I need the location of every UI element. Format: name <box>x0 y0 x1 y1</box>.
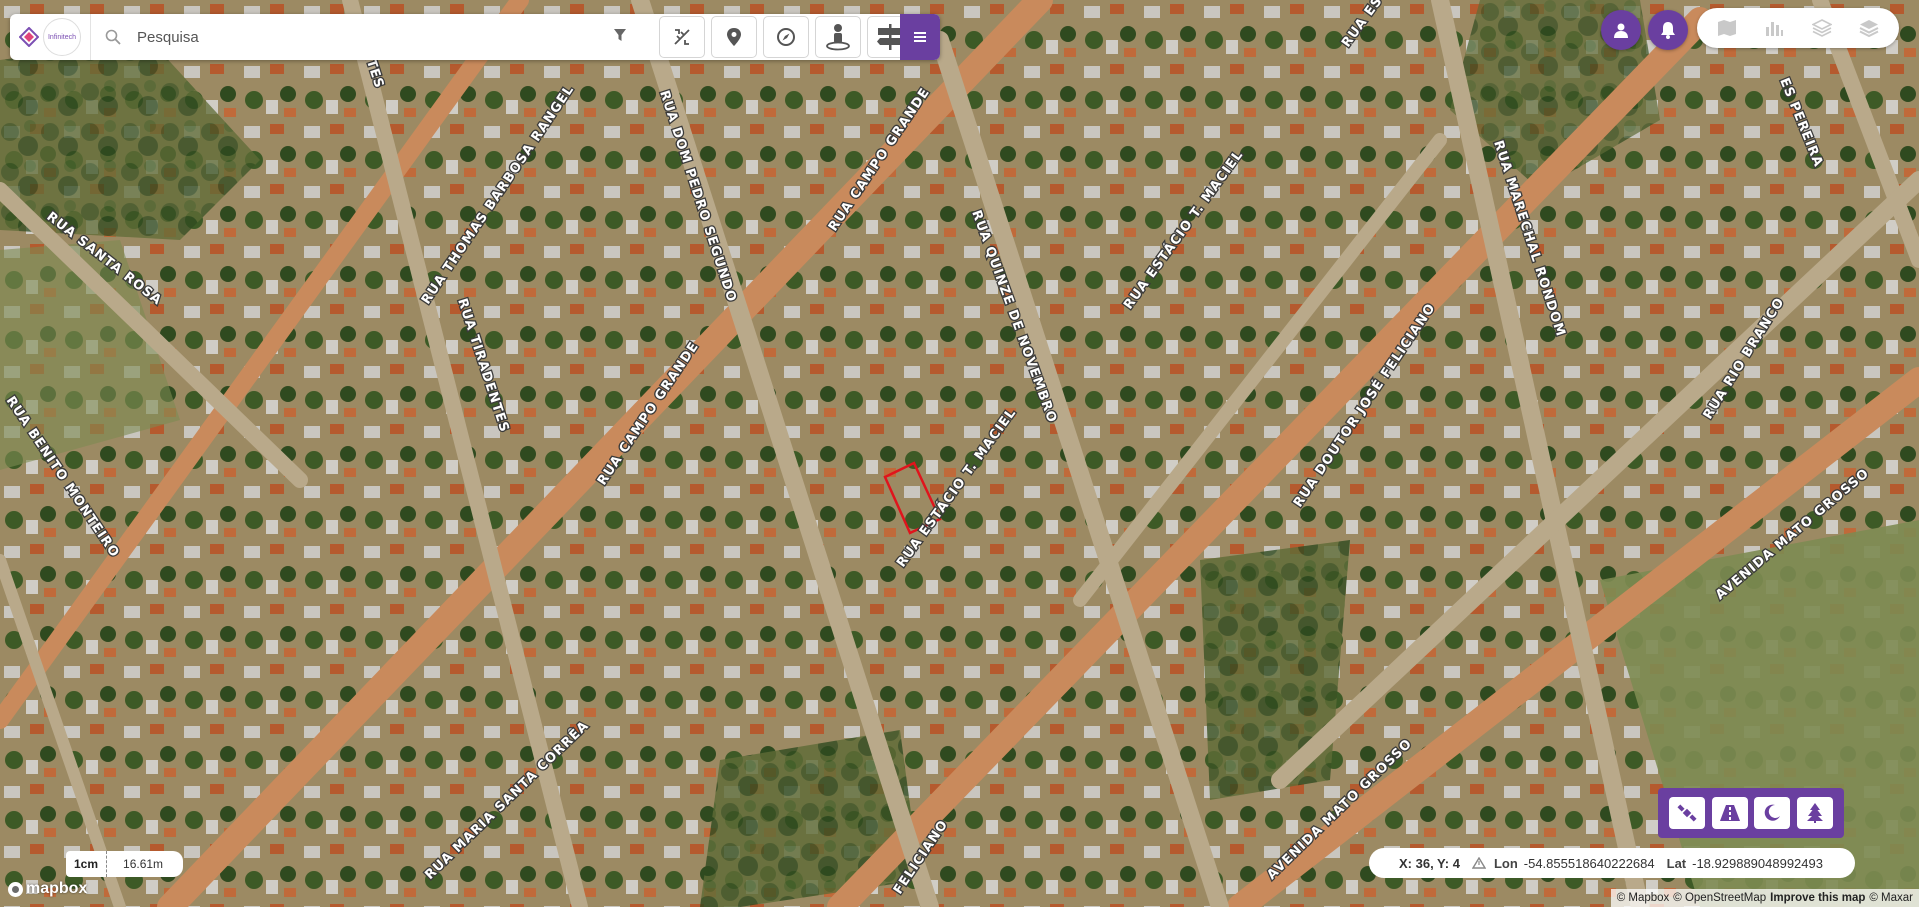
app-logo[interactable]: Infinitech <box>10 14 91 60</box>
terrain-icon <box>1471 857 1486 869</box>
street-view-button[interactable] <box>815 16 861 58</box>
map-attribution: © Mapbox © OpenStreetMap Improve this ma… <box>1610 889 1919 907</box>
layers-filled-icon <box>1859 20 1879 38</box>
tree-icon <box>1806 803 1823 823</box>
basemap-tools <box>1658 788 1844 838</box>
user-button[interactable] <box>1601 10 1641 50</box>
road-button[interactable] <box>1711 797 1748 829</box>
lat-value: -18.929889048992493 <box>1692 855 1823 871</box>
brand-text: Infinitech <box>47 33 77 41</box>
chart-view-button[interactable] <box>1756 12 1792 44</box>
lat-label: Lat <box>1666 855 1687 871</box>
layer-switcher <box>1697 8 1899 48</box>
attribution-osm-link[interactable]: © OpenStreetMap <box>1673 892 1766 904</box>
measure-icon <box>674 29 690 45</box>
pin-icon <box>727 28 741 46</box>
pin-button[interactable] <box>711 16 757 58</box>
xy-readout: X: 36, Y: 4 <box>1399 855 1460 871</box>
mapbox-logo[interactable]: mapbox <box>8 880 87 898</box>
filter-icon[interactable] <box>613 28 627 42</box>
moon-icon <box>1764 804 1781 821</box>
vegetation-button[interactable] <box>1796 797 1833 829</box>
satellite-map[interactable]: RUA SANTA ROSA RUA BENITO MONTEIRO RUA T… <box>0 0 1919 907</box>
street-view-icon <box>826 24 850 51</box>
map-view-button[interactable] <box>1709 12 1745 44</box>
measure-button[interactable] <box>659 16 705 58</box>
search-input[interactable] <box>135 16 609 58</box>
satellite-icon <box>1677 804 1697 822</box>
map-tools <box>659 16 913 58</box>
search-toolbar: Infinitech <box>10 14 940 60</box>
notifications-button[interactable] <box>1648 10 1688 50</box>
map-icon <box>1717 20 1736 36</box>
chart-icon <box>1766 22 1784 36</box>
road-icon <box>1719 805 1740 821</box>
satellite-button[interactable] <box>1669 797 1706 829</box>
lon-value: -54.855518640222684 <box>1523 855 1655 871</box>
compass-button[interactable] <box>763 16 809 58</box>
layers-outline-icon <box>1811 19 1832 37</box>
scale-bar: 1cm 16.61m <box>66 851 184 877</box>
mapbox-logo-text: mapbox <box>26 880 88 897</box>
brand-badge: Infinitech <box>43 18 81 56</box>
coordinates-readout: X: 36, Y: 4 Lon -54.855518640222684 Lat … <box>1369 848 1855 878</box>
hamburger-icon <box>914 32 926 42</box>
attribution-mapbox-link[interactable]: © Mapbox <box>1617 892 1670 904</box>
search-icon <box>105 29 121 45</box>
scale-unit: 1cm <box>66 851 108 877</box>
user-icon <box>1614 23 1628 38</box>
night-mode-button[interactable] <box>1754 797 1791 829</box>
bell-icon <box>1661 22 1675 39</box>
layers-outline-button[interactable] <box>1804 12 1840 44</box>
compass-icon <box>777 28 795 46</box>
scale-value: 16.61m <box>107 851 184 877</box>
search-field <box>91 14 641 60</box>
mapbox-icon <box>8 881 23 897</box>
layers-filled-button[interactable] <box>1851 12 1887 44</box>
menu-button[interactable] <box>900 14 940 60</box>
improve-map-link[interactable]: Improve this map <box>1770 892 1865 904</box>
attribution-maxar-link[interactable]: © Maxar <box>1869 892 1913 904</box>
lon-label: Lon <box>1493 855 1518 871</box>
brand-mark-icon <box>19 27 39 47</box>
